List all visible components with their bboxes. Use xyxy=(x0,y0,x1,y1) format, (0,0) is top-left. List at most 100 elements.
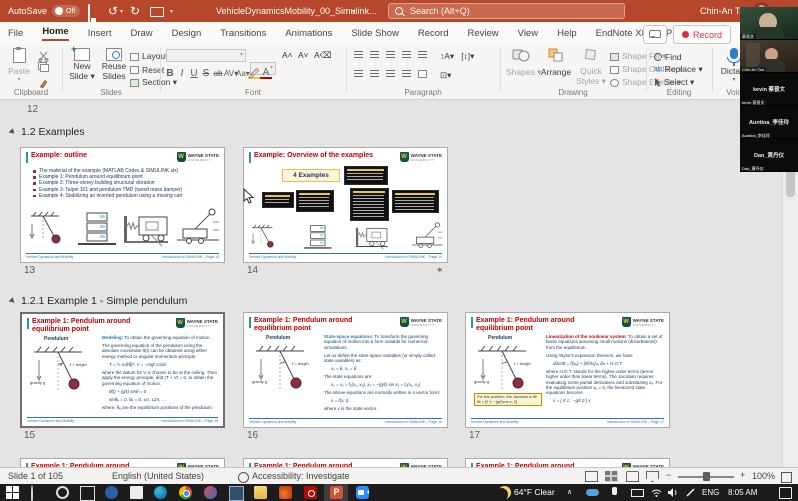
section-collapse-icon[interactable] xyxy=(9,297,17,305)
arrange-button[interactable]: Arrange xyxy=(540,48,572,77)
tab-animations[interactable]: Animations xyxy=(285,28,332,39)
powerpoint-taskbar-button[interactable]: P xyxy=(324,484,348,501)
start-button[interactable] xyxy=(6,486,19,499)
zoom-level[interactable]: 100% xyxy=(752,468,775,485)
search-input[interactable] xyxy=(408,5,592,17)
normal-view-button[interactable] xyxy=(585,471,598,482)
weather-moon-icon[interactable] xyxy=(498,486,511,499)
align-left-button[interactable] xyxy=(354,70,363,78)
slide-thumbnail-13[interactable]: Example: outline WWAYNE STATEUNIVERSITY … xyxy=(20,147,225,263)
tab-file[interactable]: File xyxy=(8,28,23,39)
weather-text[interactable]: 64°F Clear xyxy=(514,484,555,501)
pen-tray-icon[interactable] xyxy=(686,488,699,501)
tab-transitions[interactable]: Transitions xyxy=(220,28,266,39)
convert-smartart-button[interactable]: ⊡▾ xyxy=(440,70,451,81)
wifi-icon[interactable] xyxy=(651,488,664,501)
bold-button[interactable]: B xyxy=(164,68,176,79)
underline-button[interactable]: U xyxy=(188,68,200,79)
tab-draw[interactable]: Draw xyxy=(130,28,152,39)
tab-slide-show[interactable]: Slide Show xyxy=(351,28,399,39)
align-text-button[interactable]: [↕]▾ xyxy=(461,51,474,62)
zoom-app-icon[interactable] xyxy=(356,486,369,499)
shapes-button[interactable]: Shapes ▾ xyxy=(506,48,536,78)
tab-design[interactable]: Design xyxy=(172,28,202,39)
start-slideshow-icon[interactable] xyxy=(150,7,164,17)
replace-button[interactable]: abReplace ▾ xyxy=(654,63,703,76)
volume-icon[interactable] xyxy=(668,488,681,501)
matlab-icon[interactable] xyxy=(279,486,292,499)
text-highlight-button[interactable]: 🖉 xyxy=(248,67,260,79)
zoom-out-button[interactable]: − xyxy=(666,467,671,484)
undo-icon[interactable]: ↺ xyxy=(108,4,118,18)
font-name-select[interactable] xyxy=(166,49,246,62)
slide-thumbnail-17[interactable]: Example 1: Pendulum around equilibrium p… xyxy=(465,312,670,428)
search-box[interactable] xyxy=(388,3,625,19)
reading-view-button[interactable] xyxy=(626,471,639,482)
save-icon[interactable] xyxy=(88,5,90,23)
tray-expand-chevron-icon[interactable]: ∧ xyxy=(567,484,572,501)
slide-counter[interactable]: Slide 1 of 105 xyxy=(8,468,63,485)
tab-insert[interactable]: Insert xyxy=(88,28,112,39)
justify-button[interactable] xyxy=(402,70,411,78)
language-status[interactable]: English (United States) xyxy=(112,468,204,485)
fit-slide-to-window-button[interactable] xyxy=(781,472,792,483)
decrease-indent-button[interactable] xyxy=(386,51,395,59)
document-app-icon[interactable] xyxy=(130,486,143,499)
action-center-icon[interactable] xyxy=(779,487,792,499)
file-explorer-icon[interactable] xyxy=(254,486,267,499)
video-tile[interactable]: Auntina_李佳玲 Auntina_李佳玲 xyxy=(740,106,798,139)
columns-button[interactable] xyxy=(418,70,427,78)
section-header-examples[interactable]: 1.2 Examples xyxy=(10,126,85,138)
increase-indent-button[interactable] xyxy=(402,51,411,59)
redo-icon[interactable]: ↻ xyxy=(130,4,140,18)
video-tile[interactable]: kevin 蔡晋文 kevin 蔡晋文 xyxy=(740,73,798,106)
taskbar-search-icon[interactable] xyxy=(31,486,44,499)
zoom-in-button[interactable]: + xyxy=(740,467,745,484)
text-direction-button[interactable]: ↕A▾ xyxy=(440,51,454,62)
acrobat-icon[interactable] xyxy=(304,486,317,499)
new-slide-button[interactable]: + New Slide ▾ xyxy=(68,48,96,82)
character-spacing-button[interactable]: AV▾ xyxy=(224,69,236,78)
bullets-button[interactable] xyxy=(354,51,363,59)
quick-styles-button[interactable]: Quick Styles ▾ xyxy=(576,48,606,87)
tab-home[interactable]: Home xyxy=(42,26,68,41)
mail-app-icon[interactable] xyxy=(105,486,118,499)
line-spacing-button[interactable] xyxy=(418,51,427,59)
window-app-icon[interactable] xyxy=(229,486,244,501)
chrome-icon[interactable] xyxy=(179,486,192,499)
change-case-button[interactable]: Aa▾ xyxy=(236,69,248,78)
find-button[interactable]: Find xyxy=(654,50,682,63)
cortana-icon[interactable] xyxy=(56,486,69,499)
media-app-icon[interactable] xyxy=(204,486,217,499)
section-collapse-icon[interactable] xyxy=(9,128,17,136)
paste-button[interactable]: Paste ▾ xyxy=(6,48,32,90)
video-tile[interactable]: Chin-An Tan xyxy=(740,40,798,73)
decrease-font-size-button[interactable]: A˅ xyxy=(298,50,309,60)
tab-endnote[interactable]: EndNote X8 xyxy=(596,28,647,39)
quick-access-caret-icon[interactable]: ▾ xyxy=(170,8,173,15)
shadow-button[interactable]: ab xyxy=(212,69,224,78)
battery-icon[interactable] xyxy=(631,489,644,497)
align-center-button[interactable] xyxy=(370,70,379,78)
align-right-button[interactable] xyxy=(386,70,395,78)
reuse-slides-button[interactable]: Reuse Slides xyxy=(100,48,128,81)
font-color-button[interactable]: A xyxy=(260,67,272,79)
increase-font-size-button[interactable]: A˄ xyxy=(282,50,293,60)
zoom-slider-handle[interactable] xyxy=(703,472,710,481)
microphone-tray-icon[interactable] xyxy=(612,487,617,495)
clock[interactable]: 8:05 AM xyxy=(728,484,757,501)
autosave-toggle[interactable]: Off xyxy=(52,5,80,17)
numbering-button[interactable] xyxy=(370,51,379,59)
slideshow-view-button[interactable] xyxy=(646,471,659,482)
slide-thumbnail-15[interactable]: Example 1: Pendulum around equilibrium p… xyxy=(20,312,225,428)
comments-button[interactable] xyxy=(643,25,667,44)
input-language[interactable]: ENG xyxy=(702,484,719,501)
slide-sorter-view-button[interactable] xyxy=(605,471,618,482)
task-view-icon[interactable] xyxy=(80,486,95,501)
section-header-example1[interactable]: 1.2.1 Example 1 - Simple pendulum xyxy=(10,295,187,307)
video-tile[interactable]: 蔡晋文 xyxy=(740,7,798,40)
tab-help[interactable]: Help xyxy=(557,28,577,39)
edge-icon[interactable] xyxy=(154,486,167,499)
italic-button[interactable]: I xyxy=(176,68,188,79)
record-button[interactable]: Record xyxy=(673,25,731,44)
